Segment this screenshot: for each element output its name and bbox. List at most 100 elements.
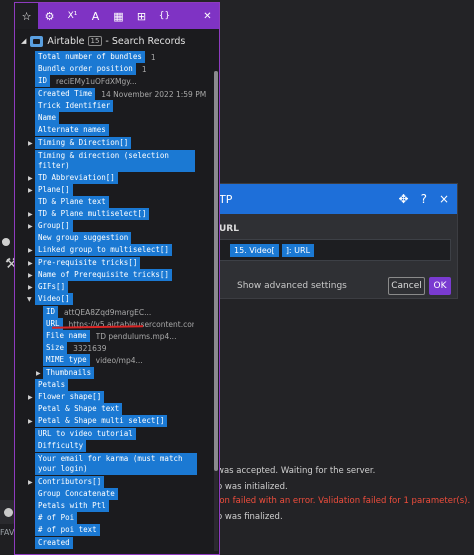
mapping-pill[interactable]: File name [43,330,90,342]
expand-arrow-icon[interactable]: ▶ [28,272,33,279]
mapping-pill[interactable]: Created Time [35,88,96,100]
mapping-pill[interactable]: Group Concatenate [35,488,118,500]
mapping-pill[interactable]: Video[] [35,293,73,305]
list-item: Your email for karma (must match your lo… [35,452,197,476]
mapping-pill[interactable]: TD & Plane multiselect[] [35,208,150,220]
mapping-pill[interactable]: Plane[] [35,184,73,196]
mapping-pill[interactable]: Flower shape[] [35,391,105,403]
list-item: Timing & direction (selection filter) [35,149,195,173]
mapping-pill[interactable]: Thumbnails [43,367,95,379]
tab-array[interactable]: ⊞ [130,3,153,29]
mapping-pill[interactable]: ID [43,306,59,318]
mapping-pill[interactable]: Bundle order position [35,63,136,75]
item-value: attQEA8Zqd9margEC... [64,307,152,317]
expand-arrow-icon[interactable]: ▶ [28,187,33,194]
item-value: 14 November 2022 1:59 PM [101,89,207,99]
expand-arrow-icon[interactable]: ▶ [28,223,33,230]
tab-json[interactable]: {} [153,3,176,29]
mapping-pill[interactable]: Petals [35,379,69,391]
collapse-arrow-icon[interactable]: ▼ [27,296,32,303]
list-item: ▶ Pre-requisite tricks[] [28,257,141,269]
expand-arrow-icon[interactable]: ▶ [28,247,33,254]
list-item: Name [35,112,60,124]
tab-favorites[interactable]: ☆ [15,3,38,29]
module-header[interactable]: ◢ Airtable 15 - Search Records [21,33,185,49]
mapping-pill[interactable]: GIFs[] [35,281,69,293]
list-item: Trick Identifier [35,100,114,112]
expand-arrow-icon[interactable]: ▶ [36,370,41,377]
mapping-pill[interactable]: Group[] [35,220,73,232]
mapping-pill[interactable]: Petal & Shape multi select[] [35,415,168,427]
mapping-pill[interactable]: New group suggestion [35,232,132,244]
http-module-dialog: TP ✥ ? × URL 15. Video[ ]: URL Show adva… [214,183,458,299]
url-input[interactable]: 15. Video[ ]: URL [219,239,451,261]
cancel-button[interactable]: Cancel [388,277,425,295]
move-icon[interactable]: ✥ [399,192,409,206]
panel-close-button[interactable]: ✕ [196,3,219,29]
tab-general[interactable]: ⚙ [38,3,61,29]
panel-scrollbar[interactable] [214,71,218,551]
tab-math[interactable]: X¹ [61,3,84,29]
close-icon[interactable]: × [439,192,449,206]
mapping-pill[interactable]: Name of Prerequisite tricks[] [35,269,172,281]
mapping-pill[interactable]: URL to video tutorial [35,428,136,440]
mapping-pill[interactable]: Timing & direction (selection filter) [35,150,195,172]
list-item: File name TD pendulums.mp4... [43,330,176,342]
list-item: ▶ Linked group to multiselect[] [28,244,172,256]
mapping-pill[interactable]: MIME type [43,354,90,366]
mapping-pill[interactable]: Your email for karma (must match your lo… [35,453,197,475]
list-item: ID reciEMy1uOFdXMgy... [35,75,137,87]
mapping-pill[interactable]: Difficulty [35,440,87,452]
mapping-pill[interactable]: # of Poi [35,512,78,524]
mapping-pill[interactable]: TD Abbreviation[] [35,172,118,184]
mapping-pill[interactable]: Created [35,537,73,549]
log-line: o was initialized. [217,482,288,492]
expand-arrow-icon[interactable]: ▶ [28,418,33,425]
advanced-settings-toggle[interactable]: Show advanced settings [237,281,347,291]
mapping-pill[interactable]: Trick Identifier [35,100,114,112]
mapping-pill[interactable]: TD & Plane text [35,196,109,208]
tab-text[interactable]: A [84,3,107,29]
list-item: ▶ GIFs[] [28,281,69,293]
tab-date[interactable]: ▦ [107,3,130,29]
mapping-pill[interactable]: Petals with Ptl [35,500,109,512]
item-value: reciEMy1uOFdXMgy... [56,76,137,86]
mapping-pill[interactable]: Pre-requisite tricks[] [35,257,141,269]
item-value: video/mp4... [95,355,143,365]
mapping-pill[interactable]: ID [35,75,51,87]
mapping-pill[interactable]: Total number of bundles [35,51,145,63]
module-name: Airtable [47,35,85,47]
scrollbar-thumb[interactable] [214,71,218,471]
expand-arrow-icon[interactable]: ▶ [28,284,33,291]
list-item: TD & Plane text [35,196,109,208]
calendar-icon: ▦ [113,9,124,23]
mapping-pill[interactable]: Timing & Direction[] [35,137,132,149]
expand-arrow-icon[interactable]: ▶ [28,211,33,218]
mapping-pill[interactable]: Linked group to multiselect[] [35,244,172,256]
collapse-icon[interactable]: ◢ [21,37,26,45]
url-label: URL [219,224,239,234]
expand-arrow-icon[interactable]: ▶ [28,260,33,267]
expand-arrow-icon[interactable]: ▶ [28,140,33,147]
item-value: 1 [150,52,156,62]
list-item: New group suggestion [35,232,132,244]
log-line: was accepted. Waiting for the server. [217,466,376,476]
ok-button[interactable]: OK [429,277,451,295]
mapping-pill[interactable]: Alternate names [35,124,109,136]
url-mapping-pill[interactable]: 15. Video[ [230,243,279,257]
mapping-pill[interactable]: Name [35,112,60,124]
expand-arrow-icon[interactable]: ▶ [28,175,33,182]
mapping-pill[interactable]: # of poi text [35,524,100,536]
airtable-logo-icon [30,35,44,47]
mapping-pill[interactable]: Size [43,342,68,354]
help-icon[interactable]: ? [421,192,427,206]
mapping-pill[interactable]: Contributors[] [35,476,105,488]
list-item: ▶ Timing & Direction[] [28,137,132,149]
connector-dot [2,240,5,243]
module-action: - Search Records [105,35,186,47]
math-icon: X¹ [67,11,78,21]
mapping-pill[interactable]: Petal & Shape text [35,403,123,415]
expand-arrow-icon[interactable]: ▶ [28,394,33,401]
url-mapping-pill-suffix[interactable]: ]: URL [281,243,315,257]
expand-arrow-icon[interactable]: ▶ [28,479,33,486]
